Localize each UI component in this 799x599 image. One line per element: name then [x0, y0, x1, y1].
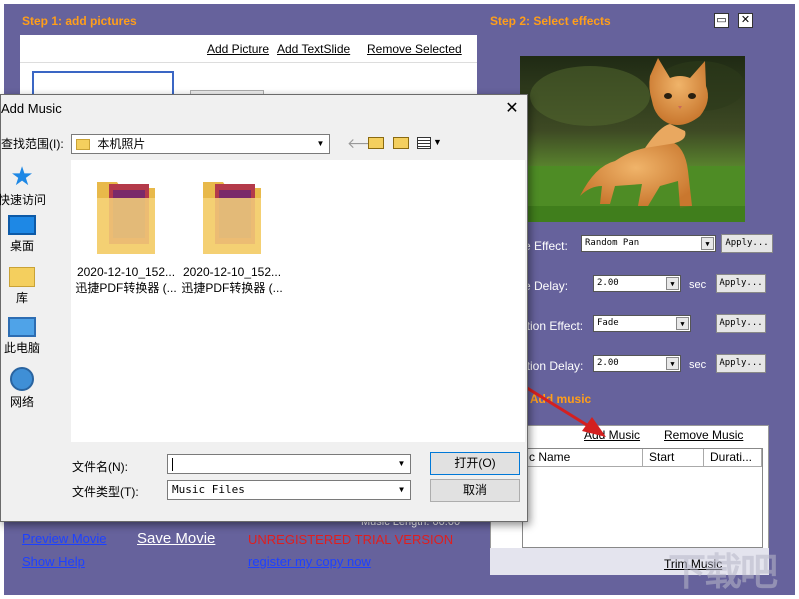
- kitten-photo: [520, 56, 745, 222]
- chevron-down-icon[interactable]: ▼: [666, 277, 679, 290]
- file-list-view[interactable]: 2020-12-10_152... 迅捷PDF转换器 (... 2020-12-…: [71, 160, 525, 442]
- image-effect-label: e Effect:: [524, 239, 568, 253]
- column-header-name[interactable]: c Name: [523, 449, 643, 467]
- add-music-dialog: Add Music ✕ 查找范围(I): 本机照片 ▼ 🡐 ▼ ★ 快速访问 桌…: [0, 94, 528, 522]
- image-effect-value: Random Pan: [585, 238, 640, 248]
- close-window-button[interactable]: ✕: [738, 13, 753, 28]
- computer-icon: [8, 317, 36, 337]
- chevron-down-icon[interactable]: ▼: [394, 456, 409, 472]
- folder-icon: [76, 139, 90, 151]
- look-in-label: 查找范围(I):: [1, 137, 64, 151]
- image-delay-value: 2.00: [597, 278, 619, 288]
- apply-transition-delay-button[interactable]: Apply...: [716, 354, 766, 373]
- file-name: 2020-12-10_152...: [182, 265, 282, 279]
- add-picture-link[interactable]: Add Picture: [207, 42, 269, 56]
- image-delay-label: e Delay:: [524, 279, 569, 293]
- apply-image-delay-button[interactable]: Apply...: [716, 274, 766, 293]
- image-delay-select[interactable]: 2.00 ▼: [593, 275, 681, 292]
- cancel-button[interactable]: 取消: [430, 479, 520, 502]
- places-label: 快速访问: [0, 193, 46, 207]
- music-list[interactable]: c Name Start Durati...: [522, 448, 763, 548]
- dialog-title: Add Music: [1, 101, 62, 116]
- desktop-icon: [8, 215, 36, 235]
- file-subtitle: 迅捷PDF转换器 (...: [75, 281, 177, 295]
- filename-label: 文件名(N):: [72, 460, 128, 474]
- filetype-value: Music Files: [172, 483, 245, 496]
- places-label: 桌面: [9, 239, 34, 253]
- step2-title: Step 2: Select effects: [490, 14, 611, 28]
- folder-icon: [97, 182, 155, 254]
- close-icon[interactable]: ✕: [499, 97, 525, 121]
- chevron-down-icon[interactable]: ▼: [313, 136, 328, 152]
- places-label: 此电脑: [3, 341, 40, 355]
- save-movie-link[interactable]: Save Movie: [137, 530, 215, 547]
- column-header-duration[interactable]: Durati...: [704, 449, 762, 467]
- transition-effect-select[interactable]: Fade ▼: [593, 315, 691, 332]
- filetype-select[interactable]: Music Files ▼: [167, 480, 411, 500]
- places-quick-access[interactable]: ★ 快速访问: [0, 163, 47, 208]
- remove-music-link[interactable]: Remove Music: [664, 428, 743, 442]
- chevron-down-icon[interactable]: ▼: [433, 137, 442, 147]
- places-library[interactable]: 库: [0, 267, 47, 306]
- chevron-down-icon[interactable]: ▼: [676, 317, 689, 330]
- up-folder-icon[interactable]: [368, 137, 384, 149]
- minimize-button[interactable]: ▭: [714, 13, 729, 28]
- step1-title: Step 1: add pictures: [22, 14, 137, 28]
- remove-selected-link[interactable]: Remove Selected: [367, 42, 462, 56]
- chevron-down-icon[interactable]: ▼: [666, 357, 679, 370]
- watermark-logo: 下载吧: [668, 550, 778, 594]
- chevron-down-icon[interactable]: ▼: [701, 237, 714, 250]
- network-icon: [10, 367, 34, 391]
- unregistered-text: UNREGISTERED TRIAL VERSION: [248, 532, 454, 547]
- file-name: 2020-12-10_152...: [76, 265, 176, 279]
- apply-transition-effect-button[interactable]: Apply...: [716, 314, 766, 333]
- register-link[interactable]: register my copy now: [248, 554, 371, 569]
- folder-icon: [203, 182, 261, 254]
- transition-delay-sec: sec: [689, 359, 707, 371]
- places-desktop[interactable]: 桌面: [0, 215, 47, 254]
- new-folder-icon[interactable]: [393, 137, 409, 149]
- preview-movie-link[interactable]: Preview Movie: [22, 531, 107, 546]
- places-label: 网络: [9, 395, 34, 409]
- image-effect-select[interactable]: Random Pan ▼: [581, 235, 716, 252]
- chevron-down-icon[interactable]: ▼: [394, 482, 409, 498]
- view-menu-icon[interactable]: [417, 137, 431, 149]
- places-this-pc[interactable]: 此电脑: [0, 317, 47, 356]
- filetype-label: 文件类型(T):: [72, 485, 139, 499]
- text-cursor: [172, 458, 173, 472]
- column-header-start[interactable]: Start: [643, 449, 704, 467]
- library-icon: [9, 267, 35, 287]
- star-icon: ★: [10, 161, 34, 191]
- add-textslide-link[interactable]: Add TextSlide: [277, 42, 350, 56]
- show-help-link[interactable]: Show Help: [22, 554, 85, 569]
- image-delay-sec: sec: [689, 279, 707, 291]
- transition-effect-value: Fade: [597, 318, 619, 328]
- pictures-divider: [20, 62, 477, 63]
- places-label: 库: [15, 291, 28, 305]
- file-item[interactable]: 2020-12-10_152... 迅捷PDF转换器 (...: [73, 176, 179, 296]
- look-in-value: 本机照片: [97, 137, 146, 151]
- apply-image-effect-button[interactable]: Apply...: [721, 234, 773, 253]
- look-in-select[interactable]: 本机照片 ▼: [71, 134, 330, 154]
- movie-maker-window: Step 1: add pictures Add Picture Add Tex…: [0, 0, 799, 599]
- filename-input[interactable]: ▼: [167, 454, 411, 474]
- transition-effect-label: ition Effect:: [524, 319, 584, 333]
- open-button[interactable]: 打开(O): [430, 452, 520, 475]
- file-subtitle: 迅捷PDF转换器 (...: [181, 281, 283, 295]
- places-network[interactable]: 网络: [0, 367, 47, 410]
- file-item[interactable]: 2020-12-10_152... 迅捷PDF转换器 (...: [179, 176, 285, 296]
